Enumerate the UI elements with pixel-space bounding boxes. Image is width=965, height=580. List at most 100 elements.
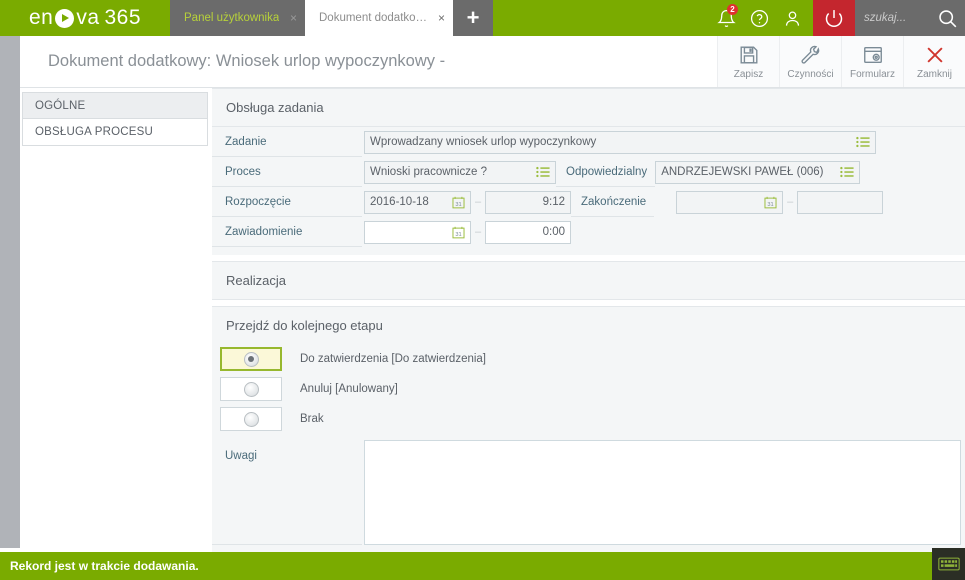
- help-circle-icon: [750, 9, 769, 27]
- toolbar-label: Formularz: [849, 68, 895, 80]
- tab-close-icon[interactable]: ×: [438, 12, 445, 24]
- search-input[interactable]: [864, 12, 930, 24]
- left-rail: [0, 36, 20, 548]
- list-picker-icon[interactable]: [856, 136, 870, 148]
- tab-panel-uzytkownika[interactable]: Panel użytkownika ×: [170, 0, 305, 36]
- field-uwagi[interactable]: [364, 440, 961, 545]
- logo-va: va: [76, 6, 100, 29]
- user-account-button[interactable]: [776, 0, 809, 36]
- radio-control[interactable]: [220, 407, 282, 431]
- svg-text:31: 31: [455, 231, 461, 237]
- field-label-odpowiedzialny: Odpowiedzialny: [556, 158, 656, 187]
- tab-label: Dokument dodatkowy...: [319, 12, 431, 24]
- radio-dot-icon: [243, 351, 259, 367]
- list-glyph: [856, 136, 870, 148]
- uwagi-textarea[interactable]: [365, 441, 960, 544]
- calendar-glyph: 31: [452, 226, 465, 238]
- field-label-zakonczenie: Zakończenie: [571, 188, 655, 217]
- page-title: Dokument dodatkowy: Wniosek urlop wypocz…: [48, 52, 446, 70]
- global-search[interactable]: [855, 0, 965, 36]
- search-icon[interactable]: [930, 8, 964, 29]
- sidebar-item-obsluga-procesu[interactable]: OBSŁUGA PROCESU: [22, 119, 208, 146]
- range-dash: –: [474, 226, 482, 238]
- field-odpowiedzialny[interactable]: ANDRZEJEWSKI PAWEŁ (006): [655, 160, 861, 184]
- tab-close-icon[interactable]: ×: [290, 12, 297, 24]
- field-rozpoczecie-date[interactable]: 2016-10-18 31: [364, 190, 471, 214]
- field-label-rozpoczecie: Rozpoczęcie: [212, 188, 362, 217]
- tab-dokument-dodatkowy[interactable]: Dokument dodatkowy... ×: [305, 0, 453, 36]
- notifications-button[interactable]: 2: [710, 0, 743, 36]
- status-bar: Rekord jest w trakcie dodawania.: [0, 552, 965, 580]
- field-label-proces: Proces: [212, 158, 362, 187]
- field-row-uwagi: Uwagi: [212, 440, 965, 545]
- radio-control[interactable]: [220, 377, 282, 401]
- range-dash: –: [474, 196, 482, 208]
- list-glyph: [536, 166, 550, 178]
- keyboard-icon: [937, 557, 960, 571]
- field-label-zawiadomienie: Zawiadomienie: [212, 218, 362, 247]
- field-row-proces: Proces Wnioski pracownicze ? Odpowiedzia…: [212, 157, 965, 187]
- actions-button[interactable]: Czynności: [779, 36, 841, 87]
- new-tab-button[interactable]: +: [455, 0, 491, 36]
- list-picker-icon[interactable]: [840, 166, 854, 178]
- field-value: 9:12: [542, 196, 565, 208]
- power-icon: [825, 10, 843, 28]
- section-title: Przejdź do kolejnego etapu: [226, 318, 383, 333]
- tab-strip: Panel użytkownika × Dokument dodatkowy..…: [170, 0, 493, 36]
- toolbar-label: Zamknij: [916, 68, 952, 80]
- radio-option-do-zatwierdzenia[interactable]: Do zatwierdzenia [Do zatwierdzenia]: [212, 344, 965, 374]
- field-value: 2016-10-18: [370, 196, 429, 208]
- topbar-spacer: [493, 0, 706, 36]
- range-dash: –: [787, 196, 794, 208]
- field-row-zawiadomienie: Zawiadomienie 31 – 0:00: [212, 217, 965, 247]
- field-zadanie[interactable]: Wprowadzany wniosek urlop wypoczynkowy: [364, 130, 876, 154]
- field-value: Wnioski pracownicze ?: [370, 166, 487, 178]
- app-logo[interactable]: en va 365: [0, 0, 170, 36]
- form-content: Obsługa zadania Zadanie Wprowadzany wnio…: [212, 88, 965, 555]
- radio-option-anuluj[interactable]: Anuluj [Anulowany]: [212, 374, 965, 404]
- radio-label: Brak: [300, 413, 324, 425]
- radio-option-brak[interactable]: Brak: [212, 404, 965, 434]
- field-zawiadomienie-date[interactable]: 31: [364, 220, 471, 244]
- play-circle-icon: [55, 8, 75, 28]
- field-row-rozpoczecie: Rozpoczęcie 2016-10-18 31 – 9:12 Zakończ…: [212, 187, 965, 217]
- save-button[interactable]: Zapisz: [717, 36, 779, 87]
- list-picker-icon[interactable]: [536, 166, 550, 178]
- svg-text:31: 31: [455, 201, 461, 207]
- field-zakonczenie-date[interactable]: 31: [676, 190, 784, 214]
- toolbar-label: Czynności: [787, 68, 834, 80]
- list-glyph: [840, 166, 854, 178]
- radio-label: Do zatwierdzenia [Do zatwierdzenia]: [300, 353, 487, 365]
- form-icon: [863, 46, 882, 63]
- task-fields: Zadanie Wprowadzany wniosek urlop wypocz…: [212, 127, 965, 255]
- wrench-icon: [800, 45, 819, 64]
- calendar-icon[interactable]: 31: [764, 196, 777, 209]
- calendar-icon[interactable]: 31: [452, 226, 465, 239]
- keyboard-button[interactable]: [932, 548, 965, 580]
- radio-dot-icon: [243, 411, 259, 427]
- logo-suffix: 365: [104, 6, 142, 29]
- radio-control[interactable]: [220, 347, 282, 371]
- field-zakonczenie-time[interactable]: [797, 190, 884, 214]
- section-title: Realizacja: [226, 273, 286, 288]
- field-value: 0:00: [542, 226, 565, 238]
- document-toolbar: Zapisz Czynności Formularz Zamknij: [717, 36, 965, 87]
- divider: [212, 299, 965, 300]
- help-button[interactable]: [743, 0, 776, 36]
- sidebar-group-ogolne: OGÓLNE: [22, 92, 208, 119]
- field-proces[interactable]: Wnioski pracownicze ?: [364, 160, 556, 184]
- radio-label: Anuluj [Anulowany]: [300, 383, 398, 395]
- section-realizacja: Realizacja: [212, 261, 965, 300]
- form-button[interactable]: Formularz: [841, 36, 903, 87]
- calendar-icon[interactable]: 31: [452, 196, 465, 209]
- calendar-glyph: 31: [764, 196, 777, 208]
- form-sidebar: OGÓLNE OBSŁUGA PROCESU: [22, 92, 208, 146]
- logout-button[interactable]: [813, 0, 855, 36]
- notification-badge: 2: [727, 4, 738, 15]
- close-button[interactable]: Zamknij: [903, 36, 965, 87]
- field-rozpoczecie-time[interactable]: 9:12: [485, 190, 571, 214]
- radio-dot-icon: [243, 381, 259, 397]
- field-zawiadomienie-time[interactable]: 0:00: [485, 220, 571, 244]
- field-label-uwagi: Uwagi: [212, 440, 362, 545]
- document-body: OGÓLNE OBSŁUGA PROCESU Obsługa zadania Z…: [20, 88, 965, 555]
